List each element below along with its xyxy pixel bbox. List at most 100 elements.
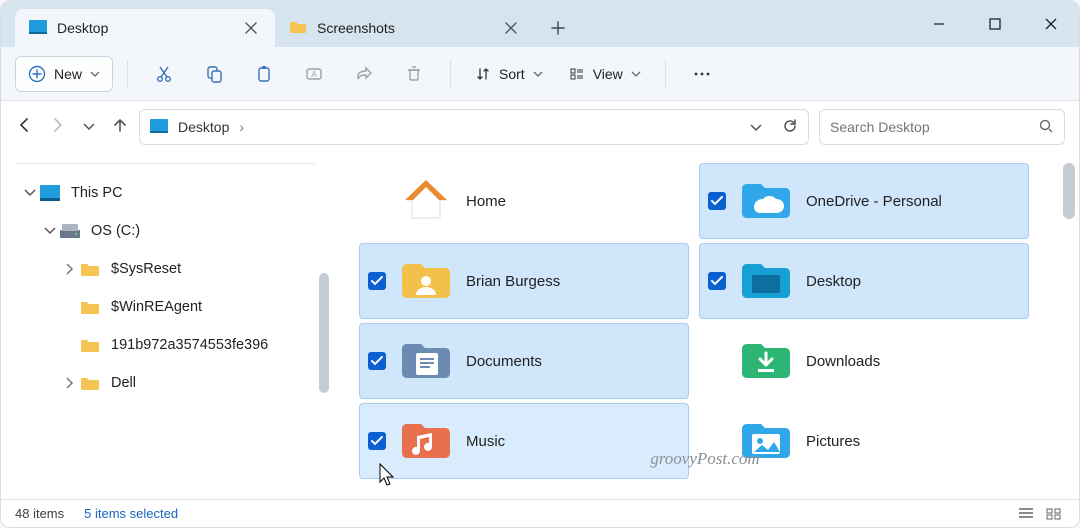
drive-icon (59, 220, 81, 242)
user-folder-icon (400, 257, 452, 305)
tree-item[interactable]: 191b972a3574553fe396 (1, 326, 331, 364)
desktop-folder-icon (740, 257, 792, 305)
item-tile[interactable]: Music (359, 403, 689, 479)
desktop-icon (150, 119, 168, 136)
chevron-down-icon (631, 71, 641, 77)
view-icon (569, 66, 585, 82)
scrollbar-thumb[interactable] (319, 273, 329, 393)
checkbox[interactable] (708, 352, 726, 370)
status-bar: 48 items 5 items selected (1, 499, 1079, 527)
chevron-icon[interactable] (41, 227, 59, 235)
tree-item-label: 191b972a3574553fe396 (111, 337, 268, 353)
search-icon[interactable] (1038, 118, 1054, 137)
tree-item-label: $WinREAgent (111, 299, 202, 315)
separator (665, 60, 666, 88)
breadcrumb-separator[interactable]: › (239, 119, 244, 135)
paste-button[interactable] (242, 55, 286, 93)
item-tile[interactable]: Home (359, 163, 689, 239)
item-label: Documents (466, 353, 542, 370)
search-box[interactable] (819, 109, 1065, 145)
new-button[interactable]: New (15, 56, 113, 92)
folder-icon (79, 258, 101, 280)
back-button[interactable] (15, 116, 33, 139)
checkbox[interactable] (368, 352, 386, 370)
separator (17, 163, 315, 164)
new-button-label: New (54, 66, 82, 82)
item-label: Pictures (806, 433, 860, 450)
view-button[interactable]: View (559, 56, 651, 92)
checkbox[interactable] (368, 272, 386, 290)
address-bar[interactable]: Desktop › (139, 109, 809, 145)
chevron-down-icon (533, 71, 543, 77)
delete-button[interactable] (392, 55, 436, 93)
item-tile[interactable]: Pictures (699, 403, 1029, 479)
tree-item-label: This PC (71, 185, 123, 201)
tree-item[interactable]: This PC (1, 174, 331, 212)
selected-count: 5 items selected (84, 506, 178, 521)
item-count: 48 items (15, 506, 64, 521)
checkbox[interactable] (708, 272, 726, 290)
details-view-button[interactable] (1015, 505, 1037, 523)
up-button[interactable] (111, 116, 129, 139)
new-tab-button[interactable] (541, 13, 575, 43)
documents-icon (400, 337, 452, 385)
close-window-button[interactable] (1023, 1, 1079, 47)
folder-icon (79, 372, 101, 394)
downloads-icon (740, 337, 792, 385)
address-dropdown-button[interactable] (750, 119, 762, 135)
close-icon[interactable] (237, 14, 265, 42)
checkbox[interactable] (708, 192, 726, 210)
item-tile[interactable]: Documents (359, 323, 689, 399)
minimize-button[interactable] (911, 1, 967, 47)
rename-button[interactable]: A (292, 55, 336, 93)
tab-label: Desktop (57, 20, 108, 36)
svg-text:A: A (311, 70, 317, 79)
forward-button[interactable] (49, 116, 67, 139)
items-view: Home OneDrive - PersonalBrian Burgess Desk… (331, 153, 1079, 499)
checkbox[interactable] (708, 432, 726, 450)
titlebar: Desktop Screenshots (1, 1, 1079, 47)
cut-button[interactable] (142, 55, 186, 93)
share-button[interactable] (342, 55, 386, 93)
tree-item[interactable]: $SysReset (1, 250, 331, 288)
checkbox[interactable] (368, 192, 386, 210)
tree-item[interactable]: $WinREAgent (1, 288, 331, 326)
toolbar: New A Sort View (1, 47, 1079, 101)
chevron-icon[interactable] (21, 189, 39, 197)
chevron-icon[interactable] (61, 263, 79, 275)
separator (450, 60, 451, 88)
item-label: Home (466, 193, 506, 210)
tree-item[interactable]: Dell (1, 364, 331, 402)
checkbox[interactable] (368, 432, 386, 450)
chevron-down-icon (90, 71, 100, 77)
folder-tree: This PC OS (C:)$SysReset $WinREAgent 191b97… (1, 174, 331, 402)
copy-button[interactable] (192, 55, 236, 93)
folder-icon (79, 334, 101, 356)
tree-item[interactable]: OS (C:) (1, 212, 331, 250)
refresh-button[interactable] (782, 118, 798, 137)
maximize-button[interactable] (967, 1, 1023, 47)
search-input[interactable] (830, 119, 1030, 135)
home-icon (400, 177, 452, 225)
tab-screenshots[interactable]: Screenshots (275, 9, 535, 47)
navigation-row: Desktop › (1, 101, 1079, 153)
item-tile[interactable]: OneDrive - Personal (699, 163, 1029, 239)
separator (127, 60, 128, 88)
item-tile[interactable]: Brian Burgess (359, 243, 689, 319)
tab-strip: Desktop Screenshots (1, 1, 575, 47)
tree-item-label: Dell (111, 375, 136, 391)
nav-buttons (15, 116, 129, 139)
tab-desktop[interactable]: Desktop (15, 9, 275, 47)
breadcrumb-desktop[interactable]: Desktop (178, 119, 229, 135)
view-label: View (593, 66, 623, 82)
item-label: Desktop (806, 273, 861, 290)
item-tile[interactable]: Downloads (699, 323, 1029, 399)
close-icon[interactable] (497, 14, 525, 42)
sort-button[interactable]: Sort (465, 56, 553, 92)
recent-locations-button[interactable] (83, 118, 95, 136)
scrollbar-thumb[interactable] (1063, 163, 1075, 219)
tiles-view-button[interactable] (1043, 505, 1065, 523)
chevron-icon[interactable] (61, 377, 79, 389)
more-button[interactable] (680, 55, 724, 93)
item-tile[interactable]: Desktop (699, 243, 1029, 319)
